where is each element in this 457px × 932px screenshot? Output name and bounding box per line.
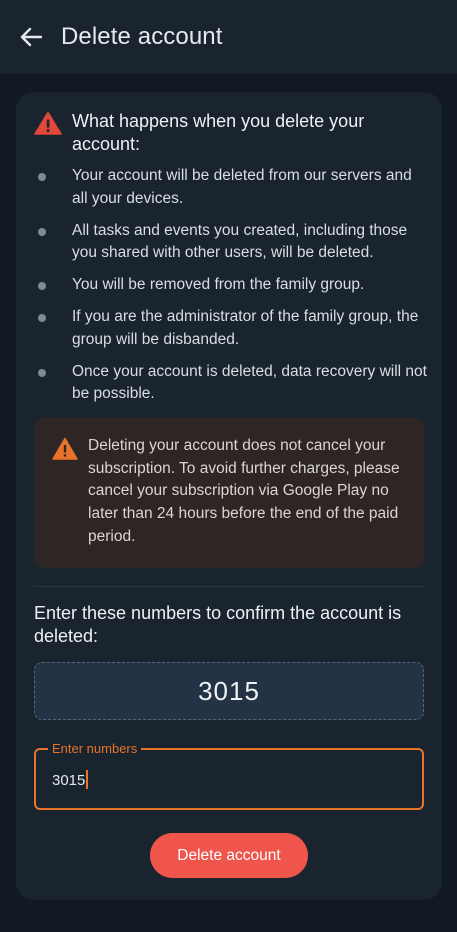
notice-text: Deleting your account does not cancel yo… <box>88 437 400 545</box>
page-title: Delete account <box>61 23 223 50</box>
numbers-field[interactable]: Enter numbers 3015 <box>34 741 424 810</box>
subscription-notice: Deleting your account does not cancel yo… <box>34 418 424 568</box>
app-bar: Delete account <box>0 0 457 74</box>
warning-triangle-icon <box>52 437 78 460</box>
list-item-text: Once your account is deleted, data recov… <box>72 362 427 403</box>
bullet-icon <box>38 368 46 377</box>
list-item: You will be removed from the family grou… <box>38 274 428 297</box>
bullet-icon <box>38 173 46 181</box>
list-item-text: All tasks and events you created, includ… <box>72 221 408 262</box>
confirm-instruction: Enter these numbers to confirm the accou… <box>34 603 402 646</box>
arrow-left-icon <box>20 27 42 47</box>
list-item-text: You will be removed from the family grou… <box>72 276 365 293</box>
warning-triangle-icon <box>34 111 62 135</box>
bullet-icon <box>38 314 46 322</box>
back-button[interactable] <box>16 22 46 52</box>
delete-account-button[interactable]: Delete account <box>150 833 308 878</box>
bullet-icon <box>38 227 46 236</box>
delete-account-card: What happens when you delete your accoun… <box>16 92 442 900</box>
list-item: Once your account is deleted, data recov… <box>38 361 428 406</box>
numbers-field-label: Enter numbers <box>48 741 142 757</box>
numbers-input[interactable]: 3015 <box>52 770 89 789</box>
list-item-text: If you are the administrator of the fami… <box>72 308 419 348</box>
warning-title: What happens when you delete your accoun… <box>72 111 365 154</box>
confirmation-code: 3015 <box>34 662 424 720</box>
divider <box>34 586 424 587</box>
text-caret <box>86 770 89 789</box>
bullet-icon <box>38 282 46 290</box>
list-item: If you are the administrator of the fami… <box>38 306 428 351</box>
list-item: All tasks and events you created, includ… <box>38 220 428 265</box>
numbers-input-value: 3015 <box>52 772 86 789</box>
list-item: Your account will be deleted from our se… <box>38 165 428 210</box>
consequences-list: Your account will be deleted from our se… <box>38 165 428 415</box>
list-item-text: Your account will be deleted from our se… <box>72 167 412 207</box>
warning-header: What happens when you delete your accoun… <box>34 110 424 156</box>
